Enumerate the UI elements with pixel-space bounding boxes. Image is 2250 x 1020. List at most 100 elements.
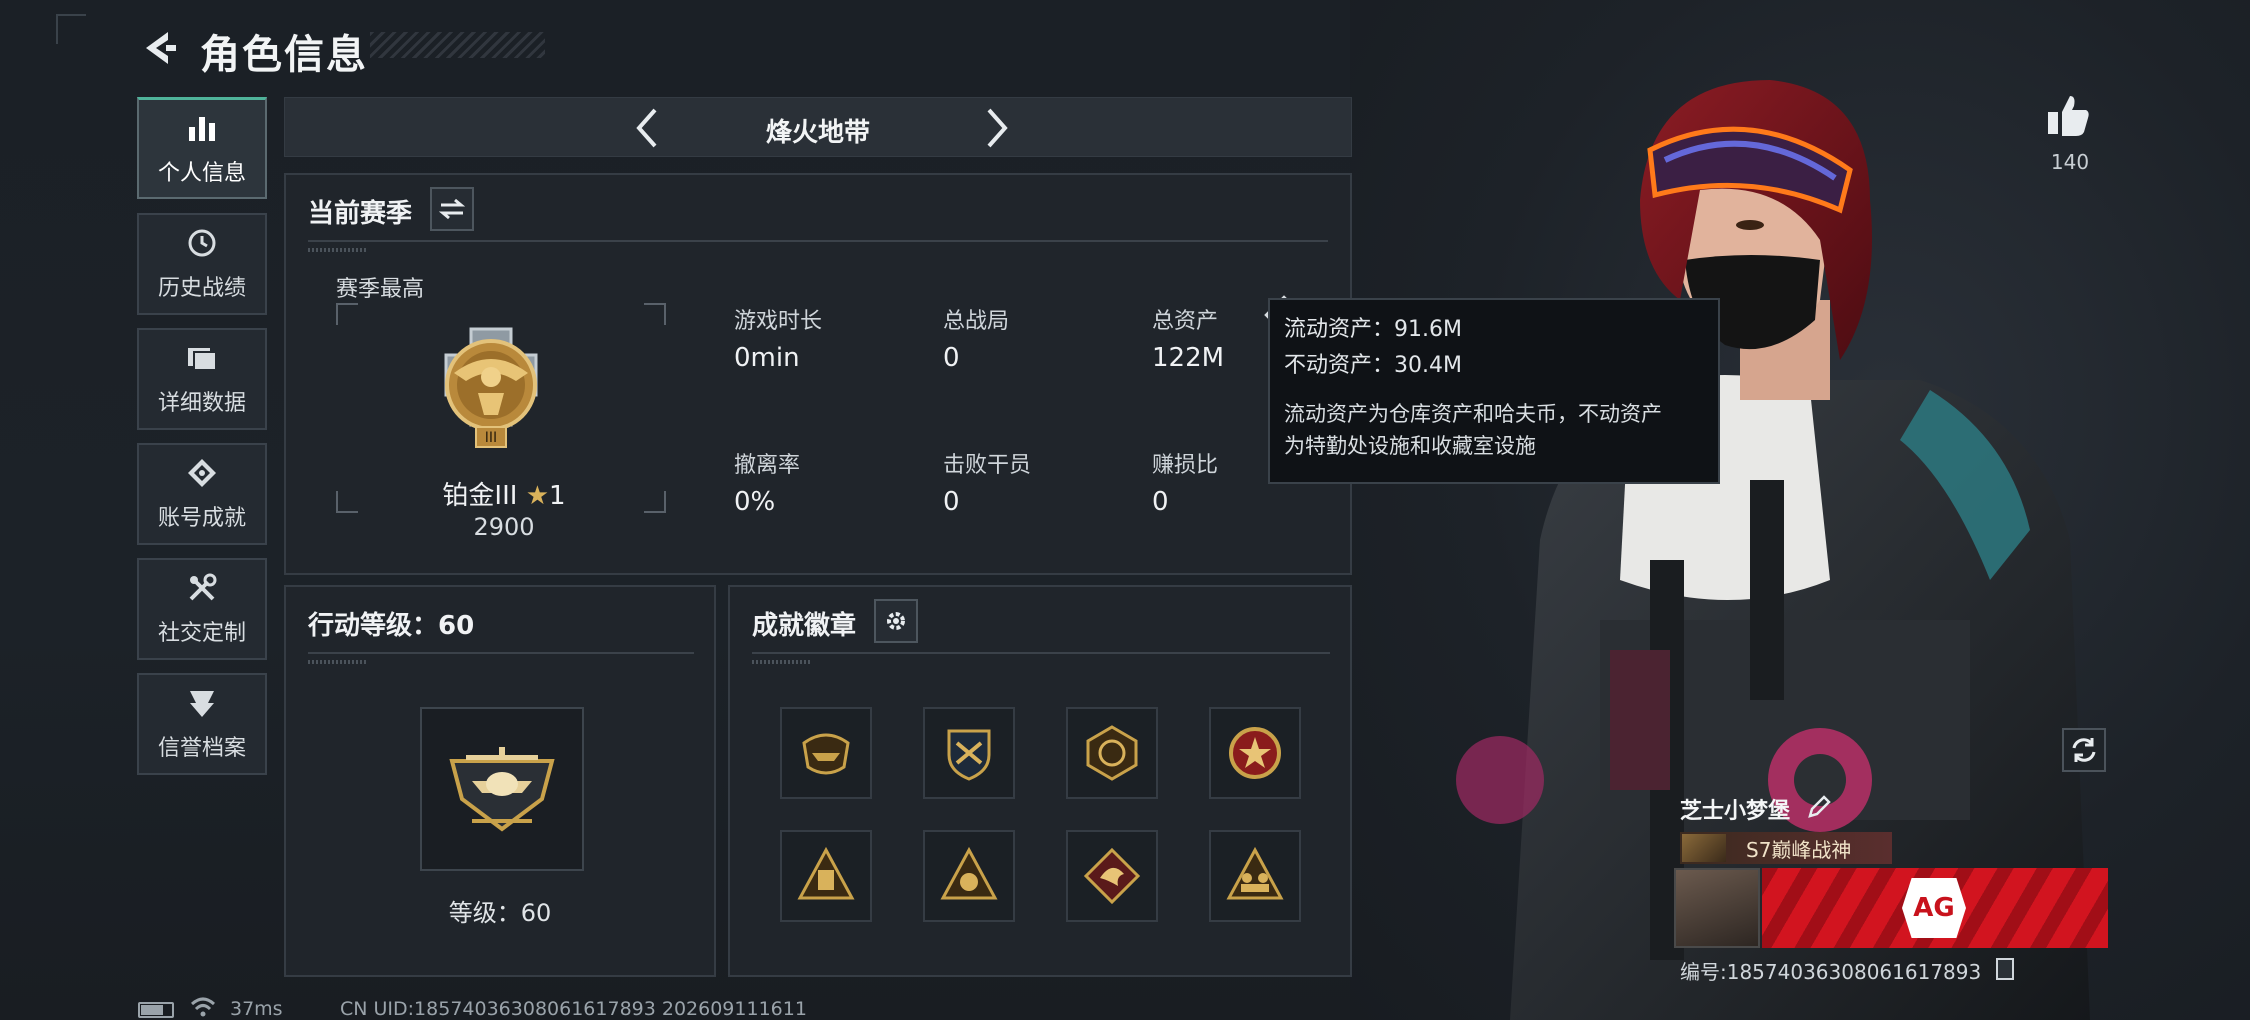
- rank-name: 铂金III: [442, 481, 518, 511]
- stat-value-total-assets: 122M: [1152, 343, 1225, 373]
- player-name: 芝士小梦堡: [1680, 799, 1791, 824]
- divider: [308, 652, 694, 654]
- thumbs-up-icon: [2048, 96, 2089, 136]
- sidebar-item-label: 账号成就: [157, 506, 246, 531]
- like-button[interactable]: [2046, 92, 2092, 138]
- rank-emblem-icon: III: [426, 315, 556, 465]
- tools-icon: [185, 571, 219, 605]
- badge-slot[interactable]: [1209, 707, 1301, 799]
- sidebar-item-social-custom[interactable]: 社交定制: [137, 558, 267, 660]
- svg-text:III: III: [485, 430, 497, 446]
- title-decoration: [370, 32, 545, 58]
- badge-soldiers-icon: [1226, 846, 1284, 900]
- badge-star-icon: [1229, 727, 1281, 779]
- tooltip-description-1: 流动资产为仓库资产和哈夫币，不动资产: [1284, 402, 1662, 426]
- stripe-deco: [752, 660, 812, 664]
- badge-ship-icon: [802, 733, 850, 775]
- stat-value-extraction-rate: 0%: [734, 487, 776, 517]
- title-tag-icon: [1682, 834, 1726, 862]
- stat-value-operators-defeated: 0: [943, 487, 960, 517]
- stripe-deco: [308, 248, 368, 252]
- achievement-settings-button[interactable]: [874, 599, 918, 643]
- next-mode-button[interactable]: [975, 106, 1019, 150]
- back-button[interactable]: [138, 26, 182, 70]
- badge-tower-icon: [797, 846, 855, 900]
- star-icon: ★: [525, 481, 550, 511]
- badge-slot[interactable]: [780, 707, 872, 799]
- badge-2020-icon: [1086, 725, 1138, 781]
- player-avatar[interactable]: [1674, 868, 1760, 948]
- action-level-title: 行动等级：60: [308, 611, 475, 641]
- sidebar-item-reputation[interactable]: 信誉档案: [137, 673, 267, 775]
- stat-value-play-time: 0min: [734, 343, 800, 373]
- level-text: 等级：60: [448, 899, 552, 927]
- action-level-panel: 行动等级：60 等级：60: [284, 585, 716, 977]
- season-best-label: 赛季最高: [336, 277, 425, 302]
- shield-icon: [185, 686, 219, 720]
- player-banner: AG: [1762, 868, 2108, 948]
- team-logo-icon: AG: [1902, 878, 1966, 938]
- bar-chart-icon: [185, 111, 219, 145]
- badge-lion-icon: [940, 846, 998, 900]
- tooltip-fixed-assets: 不动资产：30.4M: [1284, 353, 1462, 378]
- rank-info: 铂金III ★1: [286, 475, 722, 512]
- stat-label-total-matches: 总战局: [943, 309, 1010, 334]
- divider: [308, 240, 1328, 242]
- badge-slot[interactable]: [1209, 830, 1301, 922]
- badge-slot[interactable]: [1066, 707, 1158, 799]
- rank-score: 2900: [473, 513, 535, 541]
- rotate-model-button[interactable]: [2062, 728, 2106, 772]
- uid-text: CN UID:18574036308061617893 202609111611: [340, 998, 807, 1020]
- rank-stars: 1: [549, 481, 566, 511]
- achievement-title: 成就徽章: [752, 611, 857, 641]
- sidebar-item-label: 详细数据: [157, 391, 246, 416]
- pencil-icon: [1808, 795, 1831, 818]
- sidebar-item-label: 社交定制: [157, 621, 246, 646]
- sidebar-item-history[interactable]: 历史战绩: [137, 213, 267, 315]
- tooltip-liquid-assets: 流动资产：91.6M: [1284, 317, 1462, 342]
- stat-label-operators-defeated: 击败干员: [943, 453, 1032, 478]
- ping-text: 37ms: [230, 998, 283, 1020]
- like-count: 140: [2050, 150, 2090, 174]
- sidebar-item-label: 个人信息: [157, 160, 246, 186]
- edit-name-button[interactable]: [1806, 794, 1834, 822]
- badge-slot[interactable]: [780, 830, 872, 922]
- season-title: 当前赛季: [308, 199, 413, 229]
- badge-slot[interactable]: [923, 707, 1015, 799]
- stat-label-extraction-rate: 撤离率: [734, 453, 801, 478]
- sidebar-item-achievements[interactable]: 账号成就: [137, 443, 267, 545]
- swap-icon: [439, 198, 465, 220]
- player-id: 编号:18574036308061617893: [1680, 960, 1982, 984]
- achievement-panel: 成就徽章: [728, 585, 1352, 977]
- refresh-icon: [2072, 738, 2096, 762]
- wifi-icon: [190, 996, 216, 1018]
- player-title-tag: S7巅峰战神: [1680, 832, 1892, 864]
- stat-label-total-assets: 总资产: [1152, 309, 1219, 334]
- history-icon: [185, 226, 219, 260]
- page-title: 角色信息: [200, 32, 368, 78]
- folder-icon: [185, 341, 219, 375]
- tooltip-description-2: 为特勤处设施和收藏室设施: [1284, 434, 1536, 458]
- stripe-deco: [308, 660, 368, 664]
- copy-id-button[interactable]: [1996, 958, 2014, 980]
- season-switch-button[interactable]: [430, 187, 474, 231]
- gear-icon: [887, 612, 905, 630]
- badge-dragon-icon: [1083, 847, 1141, 905]
- sidebar-item-label: 信誉档案: [157, 736, 246, 761]
- season-panel: 当前赛季 赛季最高 III 铂金III ★1 2900 游戏时长 0min 总战…: [284, 173, 1352, 575]
- battery-icon: [138, 1002, 174, 1018]
- badge-slot[interactable]: [923, 830, 1015, 922]
- stat-label-profit-ratio: 赚损比: [1152, 453, 1219, 478]
- badge-slot[interactable]: [1066, 830, 1158, 922]
- stat-value-profit-ratio: 0: [1152, 487, 1169, 517]
- chevron-right-icon: [987, 108, 1008, 148]
- mode-selector: 烽火地带: [284, 97, 1352, 157]
- title-tag-text: S7巅峰战神: [1746, 837, 1852, 862]
- back-arrow-icon: [146, 32, 176, 64]
- sidebar-item-detailed-data[interactable]: 详细数据: [137, 328, 267, 430]
- asset-tooltip: 流动资产：91.6M 不动资产：30.4M 流动资产为仓库资产和哈夫币，不动资产…: [1268, 298, 1720, 484]
- corner-deco: [56, 14, 86, 44]
- sidebar-item-personal-info[interactable]: 个人信息: [137, 97, 267, 199]
- sidebar-item-label: 历史战绩: [157, 276, 246, 301]
- level-emblem-icon: [420, 707, 584, 871]
